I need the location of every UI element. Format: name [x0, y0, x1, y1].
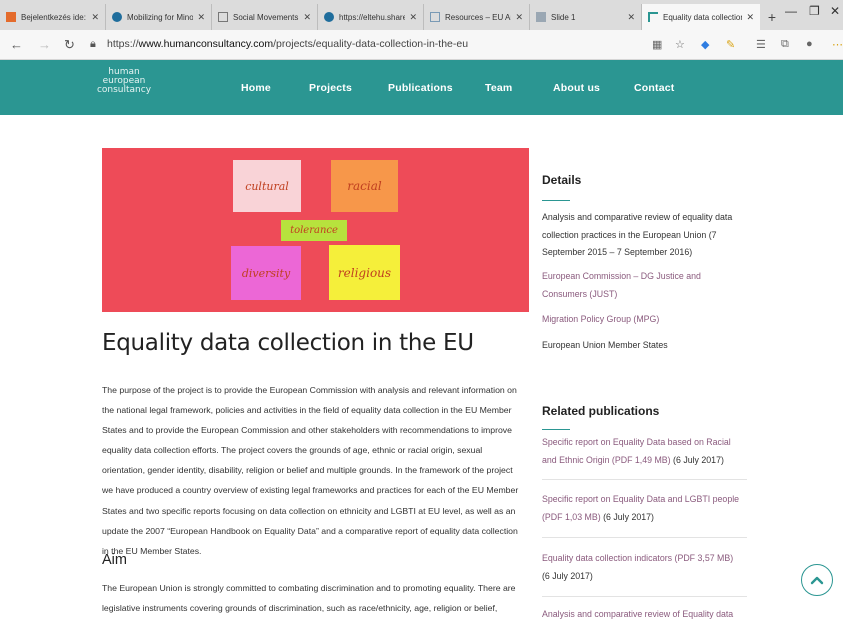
minimize-button[interactable]: —	[785, 4, 797, 18]
more-menu-icon[interactable]: ⋯	[832, 38, 843, 51]
close-tab-icon[interactable]: ✕	[515, 12, 523, 23]
site-favicon-icon	[648, 12, 658, 22]
close-tab-icon[interactable]: ✕	[197, 12, 205, 23]
url-host: www.humanconsultancy.com	[138, 38, 274, 50]
client-link-text[interactable]: European Commission – DG Justice and Con…	[542, 271, 701, 299]
aim-text: The European Union is strongly committed…	[102, 583, 516, 613]
details-description: Analysis and comparative review of equal…	[542, 212, 733, 257]
back-arrow-icon[interactable]: ←	[10, 37, 23, 52]
browser-tab-active[interactable]: Equality data collection ✕	[642, 4, 760, 30]
sticky-note-religious: religious	[329, 245, 400, 300]
favorite-star-icon[interactable]: ☆	[675, 38, 685, 51]
new-tab-button[interactable]: +	[760, 4, 784, 30]
publication-link[interactable]: Analysis and comparative review of Equal…	[542, 609, 733, 619]
details-underline	[542, 200, 570, 201]
tab-title: https://eltehu.sharepo	[339, 12, 405, 22]
logo-line-3: consultancy	[96, 85, 152, 95]
sharepoint-favicon-icon	[324, 12, 334, 22]
details-heading: Details	[542, 173, 582, 187]
sticky-note-tolerance: tolerance	[281, 220, 347, 241]
tab-title: Mobilizing for Minority	[127, 12, 194, 22]
close-tab-icon[interactable]: ✕	[627, 12, 635, 23]
sticky-note-diversity: diversity	[231, 246, 301, 300]
partner-link[interactable]: Migration Policy Group (MPG)	[542, 311, 742, 329]
tab-title: Equality data collection	[663, 12, 743, 22]
divider	[542, 537, 747, 538]
restore-button[interactable]: ❐	[809, 4, 820, 18]
related-publications-heading: Related publications	[542, 404, 660, 418]
document-favicon-icon	[218, 12, 228, 22]
address-toolbar: ← → ↻ 🔒︎ https://www.humanconsultancy.co…	[0, 30, 843, 60]
close-window-button[interactable]: ✕	[830, 4, 840, 18]
nav-contact[interactable]: Contact	[634, 82, 674, 94]
divider	[542, 596, 747, 597]
close-tab-icon[interactable]: ✕	[303, 12, 311, 23]
nav-team[interactable]: Team	[485, 82, 512, 94]
client-link[interactable]: European Commission – DG Justice and Con…	[542, 268, 742, 303]
sticky-note-racial: racial	[331, 160, 398, 212]
refresh-icon[interactable]: ↻	[64, 37, 75, 53]
publication-item: Specific report on Equality Data and LGB…	[542, 491, 742, 526]
browser-tab[interactable]: Slide 1 ✕	[530, 4, 642, 30]
sharepoint-favicon-icon	[112, 12, 122, 22]
reader-view-icon[interactable]: ▦	[652, 38, 662, 51]
download-favicon-icon	[430, 12, 440, 22]
browser-tab-strip: Bejelentkezés ide: Outl ✕ Mobilizing for…	[0, 0, 843, 30]
publication-date: (6 July 2017)	[542, 570, 593, 581]
page-title: Equality data collection in the EU	[102, 330, 474, 356]
close-tab-icon[interactable]: ✕	[91, 12, 99, 23]
project-description: The purpose of the project is to provide…	[102, 385, 519, 556]
site-header: human european consultancy Home Projects…	[0, 60, 843, 115]
nav-projects[interactable]: Projects	[309, 82, 352, 94]
chevron-up-icon	[810, 576, 824, 585]
slide-favicon-icon	[536, 12, 546, 22]
tab-title: Social Movements and	[233, 12, 299, 22]
nav-publications[interactable]: Publications	[388, 82, 453, 94]
scroll-to-top-button[interactable]	[801, 564, 833, 596]
hero-image: cultural racial tolerance diversity reli…	[102, 148, 529, 312]
profile-avatar-icon[interactable]: ●	[806, 38, 813, 50]
publication-date: (6 July 2017)	[603, 511, 654, 522]
outlook-favicon-icon	[6, 12, 16, 22]
lock-icon[interactable]: 🔒︎	[90, 38, 96, 51]
extension-pen-icon[interactable]: ✎	[726, 38, 735, 51]
nav-about-us[interactable]: About us	[553, 82, 600, 94]
browser-tab[interactable]: Resources – EU Anti-Dis ✕	[424, 4, 530, 30]
scope-text: European Union Member States	[542, 340, 668, 350]
browser-tab[interactable]: Bejelentkezés ide: Outl ✕	[0, 4, 106, 30]
publications-underline	[542, 429, 570, 430]
favorites-list-icon[interactable]: ☰	[756, 38, 766, 51]
publication-item: Analysis and comparative review of Equal…	[542, 606, 742, 624]
address-bar[interactable]: https://www.humanconsultancy.com/project…	[107, 38, 468, 50]
browser-tab[interactable]: Social Movements and ✕	[212, 4, 318, 30]
browser-tab[interactable]: Mobilizing for Minority ✕	[106, 4, 212, 30]
url-prefix: https://	[107, 38, 139, 50]
browser-tab[interactable]: https://eltehu.sharepo ✕	[318, 4, 424, 30]
extension-icon[interactable]: ◆	[701, 38, 709, 51]
sticky-note-cultural: cultural	[233, 160, 301, 212]
nav-home[interactable]: Home	[241, 82, 271, 94]
publication-item: Specific report on Equality Data based o…	[542, 434, 742, 469]
publication-item: Equality data collection indicators (PDF…	[542, 550, 742, 585]
forward-arrow-icon[interactable]: →	[38, 37, 51, 52]
divider	[542, 479, 747, 480]
publication-link[interactable]: Equality data collection indicators (PDF…	[542, 553, 733, 563]
aim-heading: Aim	[102, 552, 127, 568]
close-tab-icon[interactable]: ✕	[746, 12, 754, 23]
site-logo[interactable]: human european consultancy	[96, 68, 152, 95]
collections-icon[interactable]: ⧉	[781, 38, 789, 51]
url-path: /projects/equality-data-collection-in-th…	[273, 38, 469, 50]
publication-date: (6 July 2017)	[673, 454, 724, 465]
tab-title: Bejelentkezés ide: Outl	[21, 12, 87, 22]
close-tab-icon[interactable]: ✕	[409, 12, 417, 23]
partner-link-text[interactable]: Migration Policy Group (MPG)	[542, 314, 659, 324]
tab-title: Slide 1	[551, 12, 576, 22]
tab-title: Resources – EU Anti-Dis	[445, 12, 511, 22]
